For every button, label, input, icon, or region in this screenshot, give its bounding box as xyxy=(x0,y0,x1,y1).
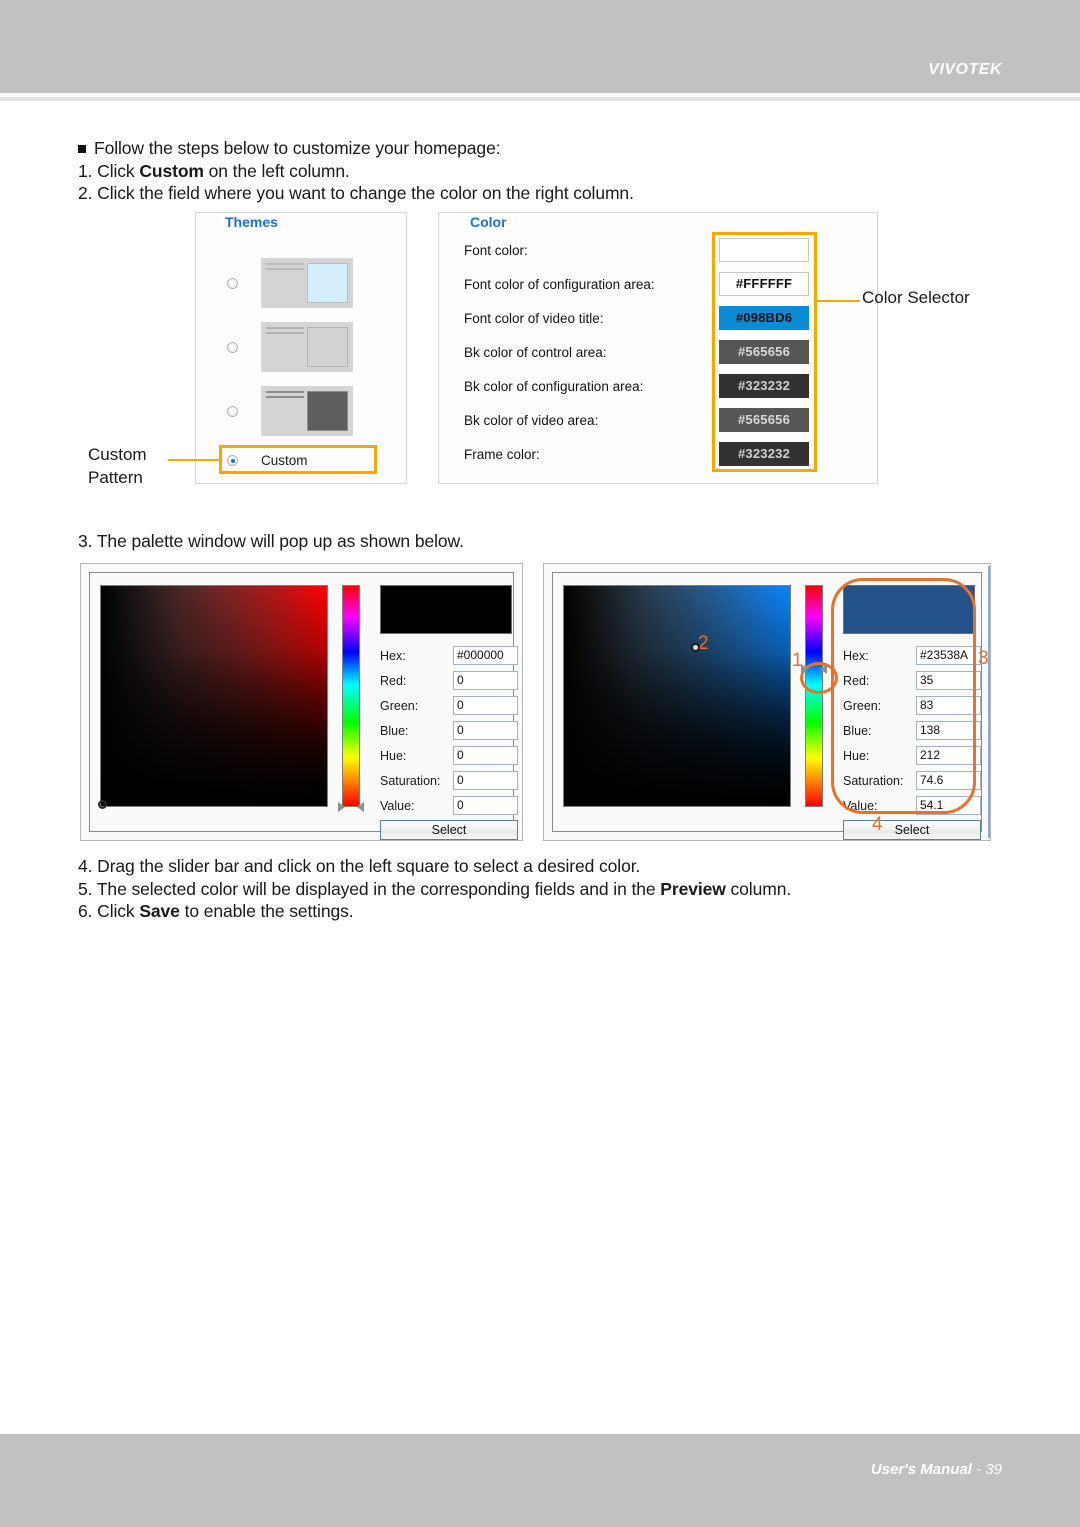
header-divider-rule xyxy=(0,97,1080,101)
step-4-line: 4. Drag the slider bar and click on the … xyxy=(78,856,641,876)
step-6-part-a: 6. Click xyxy=(78,901,140,921)
palette-left-inner: Hex: #000000 Red: 0 Green: 0 Blue: 0 Hue… xyxy=(89,572,518,840)
custom-pattern-highlight-box xyxy=(219,445,377,474)
page-footer-bar: User's Manual - 39 xyxy=(0,1434,1080,1527)
field-input-green-left[interactable]: 0 xyxy=(453,696,518,715)
hue-slider-right[interactable] xyxy=(805,585,823,807)
intro-bullet-line: Follow the steps below to customize your… xyxy=(78,138,501,159)
field-label-green-left: Green: xyxy=(380,698,419,713)
step-5-line: 5. The selected color will be displayed … xyxy=(78,879,791,900)
select-button-right[interactable]: Select xyxy=(843,820,981,840)
step-3-line: 3. The palette window will pop up as sho… xyxy=(78,531,464,551)
step-5-bold-preview: Preview xyxy=(660,879,726,899)
step-1-bold-custom: Custom xyxy=(139,161,204,181)
intro-bullet-text: Follow the steps below to customize your… xyxy=(94,138,501,158)
step-1-line: 1. Click Custom on the left column. xyxy=(78,161,350,182)
theme-option-light[interactable] xyxy=(227,322,353,372)
annotation-number-3: 3 xyxy=(978,648,989,669)
color-row-label-0: Font color: xyxy=(464,243,528,258)
field-row-value-left: Value: 0 xyxy=(380,795,518,816)
color-row-label-3: Bk color of control area: xyxy=(464,345,607,360)
radio-icon-theme-blue[interactable] xyxy=(227,277,238,289)
field-row-hue-left: Hue: 0 xyxy=(380,745,518,766)
field-input-red-left[interactable]: 0 xyxy=(453,671,518,690)
color-preview-left xyxy=(380,585,512,634)
hue-slider-left[interactable] xyxy=(342,585,360,807)
step-1-part-c: on the left column. xyxy=(203,161,350,181)
field-label-blue-left: Blue: xyxy=(380,723,409,738)
custom-pattern-callout-label-2: Pattern xyxy=(88,468,143,487)
field-input-blue-left[interactable]: 0 xyxy=(453,721,518,740)
radio-icon-theme-dark[interactable] xyxy=(227,405,238,417)
step-1-part-a: 1. Click xyxy=(78,161,140,181)
annotation-rounded-rect-3 xyxy=(831,578,976,814)
sv-marker-left[interactable] xyxy=(98,800,107,809)
color-selector-callout-label: Color Selector xyxy=(862,288,970,307)
field-label-value-left: Value: xyxy=(380,798,415,813)
select-button-left[interactable]: Select xyxy=(380,820,518,840)
hue-slider-handle-right[interactable] xyxy=(801,663,827,675)
sv-marker-right[interactable] xyxy=(691,643,700,652)
color-selector-highlight-box xyxy=(712,232,817,472)
square-bullet-icon xyxy=(78,145,86,153)
theme-option-dark[interactable] xyxy=(227,386,353,436)
palette-window-left: Hex: #000000 Red: 0 Green: 0 Blue: 0 Hue… xyxy=(80,563,523,841)
hue-slider-handle-left[interactable] xyxy=(338,801,364,813)
field-row-hex-left: Hex: #000000 xyxy=(380,645,518,666)
color-row-label-5: Bk color of video area: xyxy=(464,413,599,428)
step-2-line: 2. Click the field where you want to cha… xyxy=(78,183,634,203)
footer-separator: - xyxy=(971,1461,986,1478)
theme-thumbnail-dark xyxy=(261,386,353,436)
step-5-part-c: column. xyxy=(725,879,792,899)
field-row-blue-left: Blue: 0 xyxy=(380,720,518,741)
brand-logo-text: VIVOTEK xyxy=(928,61,1002,78)
theme-option-blue[interactable] xyxy=(227,258,353,308)
color-row-label-1: Font color of configuration area: xyxy=(464,277,655,292)
step-5-part-a: 5. The selected color will be displayed … xyxy=(78,879,661,899)
footer-page-label: User's Manual - 39 xyxy=(871,1461,1002,1478)
field-row-saturation-left: Saturation: 0 xyxy=(380,770,518,791)
step-6-bold-save: Save xyxy=(139,901,180,921)
field-input-hue-left[interactable]: 0 xyxy=(453,746,518,765)
field-row-red-left: Red: 0 xyxy=(380,670,518,691)
color-selector-callout-line xyxy=(817,300,860,302)
step-6-part-c: to enable the settings. xyxy=(179,901,354,921)
color-legend: Color xyxy=(464,214,513,230)
custom-pattern-callout-label-1: Custom xyxy=(88,445,147,464)
annotation-number-2: 2 xyxy=(698,633,709,654)
field-label-hex-left: Hex: xyxy=(380,648,406,663)
field-input-saturation-left[interactable]: 0 xyxy=(453,771,518,790)
page-header-bar xyxy=(0,0,1080,93)
field-input-value-left[interactable]: 0 xyxy=(453,796,518,815)
footer-page-number: 39 xyxy=(985,1461,1002,1478)
themes-legend: Themes xyxy=(219,214,284,230)
field-label-saturation-left: Saturation: xyxy=(380,773,441,788)
field-label-red-left: Red: xyxy=(380,673,407,688)
color-row-label-6: Frame color: xyxy=(464,447,540,462)
field-row-green-left: Green: 0 xyxy=(380,695,518,716)
theme-thumbnail-light xyxy=(261,322,353,372)
field-label-hue-left: Hue: xyxy=(380,748,407,763)
saturation-value-square-left[interactable] xyxy=(98,585,328,809)
footer-manual-label: User's Manual xyxy=(870,1461,972,1478)
annotation-number-4: 4 xyxy=(872,814,883,835)
color-row-label-2: Font color of video title: xyxy=(464,311,604,326)
step-6-line: 6. Click Save to enable the settings. xyxy=(78,901,354,922)
page-edge-accent-line xyxy=(988,566,990,838)
theme-thumbnail-blue xyxy=(261,258,353,308)
field-input-hex-left[interactable]: #000000 xyxy=(453,646,518,665)
saturation-value-square-right[interactable] xyxy=(563,585,791,807)
custom-pattern-callout-line xyxy=(168,459,220,461)
color-row-label-4: Bk color of configuration area: xyxy=(464,379,644,394)
radio-icon-theme-light[interactable] xyxy=(227,341,238,353)
